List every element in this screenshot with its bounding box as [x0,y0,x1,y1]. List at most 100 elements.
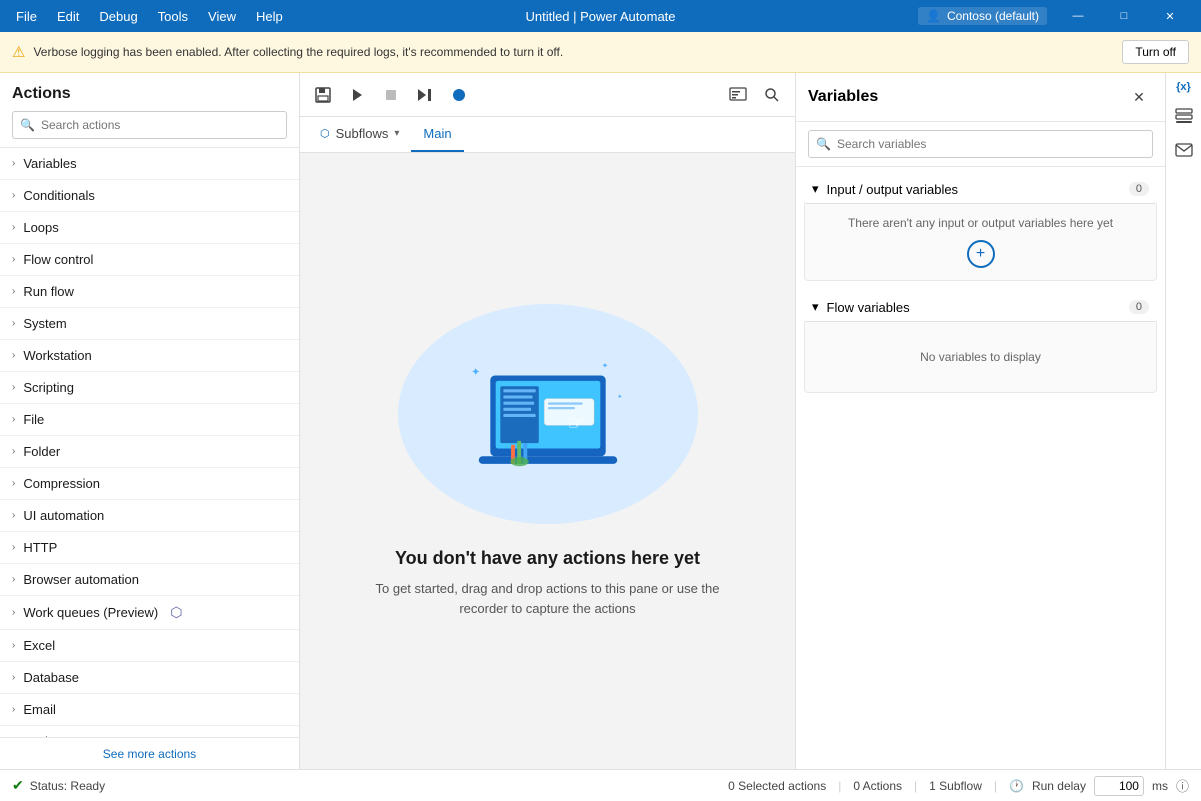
action-item-workstation[interactable]: › Workstation [0,340,299,372]
action-item-scripting[interactable]: › Scripting [0,372,299,404]
action-item-run-flow[interactable]: › Run flow [0,276,299,308]
tabs-bar: ⬡ Subflows ▾ Main [300,117,795,153]
menu-debug[interactable]: Debug [91,7,145,26]
turn-off-button[interactable]: Turn off [1122,40,1189,64]
variables-title: Variables [808,88,878,106]
empty-illustration: ✦ ✦ ✦ ✦ [398,304,698,524]
action-item-work-queues[interactable]: › Work queues (Preview) ⬡ [0,596,299,630]
actions-count: 0 Actions [853,779,902,793]
variables-search: 🔍 [796,122,1165,167]
tab-subflows[interactable]: ⬡ Subflows ▾ [308,117,411,152]
collapse-icon: ▾ [812,181,819,197]
actions-panel: Actions 🔍 › Variables › Conditionals › L… [0,73,300,769]
variables-body: ▾ Input / output variables 0 There aren'… [796,167,1165,769]
search-input[interactable] [12,111,287,139]
run-delay-input[interactable] [1094,776,1144,796]
titlebar-menu: File Edit Debug Tools View Help [8,7,291,26]
status-bar: ✔ Status: Ready 0 Selected actions | 0 A… [0,769,1201,801]
action-label: Excel [23,638,55,653]
action-item-conditionals[interactable]: › Conditionals [0,180,299,212]
email-icon-button[interactable] [1169,135,1199,165]
action-label: Flow control [23,252,93,267]
tab-subflows-label: Subflows [336,126,389,141]
separator1: | [838,779,841,793]
maximize-button[interactable]: □ [1101,0,1147,32]
input-output-empty-text: There aren't any input or output variabl… [813,216,1148,230]
menu-file[interactable]: File [8,7,45,26]
menu-help[interactable]: Help [248,7,291,26]
action-item-compression[interactable]: › Compression [0,468,299,500]
action-item-folder[interactable]: › Folder [0,436,299,468]
input-output-title: Input / output variables [827,182,1121,197]
variables-search-input[interactable] [808,130,1153,158]
flow-toolbar [300,73,795,117]
app-title: Untitled | Power Automate [525,9,675,24]
action-label: Work queues (Preview) [23,605,158,620]
actions-search-box: 🔍 [12,111,287,139]
actions-list: › Variables › Conditionals › Loops › Flo… [0,147,299,737]
input-output-count: 0 [1129,182,1149,196]
play-button[interactable] [342,80,372,110]
see-more-section: See more actions [0,737,299,769]
action-item-excel[interactable]: › Excel [0,630,299,662]
chevron-right-icon: › [12,478,15,489]
add-variable-button[interactable]: + [967,240,995,268]
variables-panel: Variables ✕ 🔍 ▾ Input / output variables… [795,73,1165,769]
subflow-count: 1 Subflow [929,779,982,793]
recorder-icon-button[interactable] [723,80,753,110]
close-button[interactable]: ✕ [1147,0,1193,32]
tab-main[interactable]: Main [411,117,463,152]
action-label: Workstation [23,348,91,363]
action-label: Variables [23,156,76,171]
status-ok-icon: ✔ [12,777,24,794]
see-more-link[interactable]: See more actions [103,747,196,761]
info-icon[interactable]: ⓘ [1176,776,1189,795]
action-label: Folder [23,444,60,459]
premium-icon: ⬡ [170,604,182,621]
flow-variables-section: ▾ Flow variables 0 No variables to displ… [804,293,1157,393]
warning-bar: ⚠ Verbose logging has been enabled. Afte… [0,32,1201,73]
action-item-ui-automation[interactable]: › UI automation [0,500,299,532]
variable-sidebar-toggle[interactable]: {x} [1176,81,1191,93]
warning-icon: ⚠ [12,43,25,61]
chevron-right-icon: › [12,190,15,201]
next-step-button[interactable] [410,80,440,110]
action-label: Database [23,670,79,685]
action-label: UI automation [23,508,104,523]
action-item-loops[interactable]: › Loops [0,212,299,244]
search-canvas-button[interactable] [757,80,787,110]
chevron-right-icon: › [12,254,15,265]
flow-panel: ⬡ Subflows ▾ Main ✦ ✦ ✦ ✦ [300,73,795,769]
action-item-flow-control[interactable]: › Flow control [0,244,299,276]
variables-close-button[interactable]: ✕ [1125,83,1153,111]
save-button[interactable] [308,80,338,110]
flow-variables-header[interactable]: ▾ Flow variables 0 [804,293,1157,322]
separator2: | [914,779,917,793]
separator3: | [994,779,997,793]
action-item-system[interactable]: › System [0,308,299,340]
account-button[interactable]: 👤 Contoso (default) [918,7,1047,25]
action-item-exchange-server[interactable]: › Exchange Server [0,726,299,737]
empty-subtitle: To get started, drag and drop actions to… [368,579,728,618]
chevron-right-icon: › [12,542,15,553]
action-item-database[interactable]: › Database [0,662,299,694]
action-item-variables[interactable]: › Variables [0,148,299,180]
menu-tools[interactable]: Tools [150,7,196,26]
minimize-button[interactable]: — [1055,0,1101,32]
chevron-down-icon: ▾ [394,128,399,139]
stop-button[interactable] [376,80,406,110]
layers-icon-button[interactable] [1169,101,1199,131]
chevron-right-icon: › [12,222,15,233]
warning-text: Verbose logging has been enabled. After … [33,45,563,59]
action-item-email[interactable]: › Email [0,694,299,726]
variables-header: Variables ✕ [796,73,1165,122]
action-item-file[interactable]: › File [0,404,299,436]
input-output-header[interactable]: ▾ Input / output variables 0 [804,175,1157,204]
menu-edit[interactable]: Edit [49,7,87,26]
action-item-browser-automation[interactable]: › Browser automation [0,564,299,596]
svg-text:✦: ✦ [617,394,622,401]
action-item-http[interactable]: › HTTP [0,532,299,564]
status-text: Status: Ready [30,779,105,793]
record-button[interactable] [444,80,474,110]
menu-view[interactable]: View [200,7,244,26]
